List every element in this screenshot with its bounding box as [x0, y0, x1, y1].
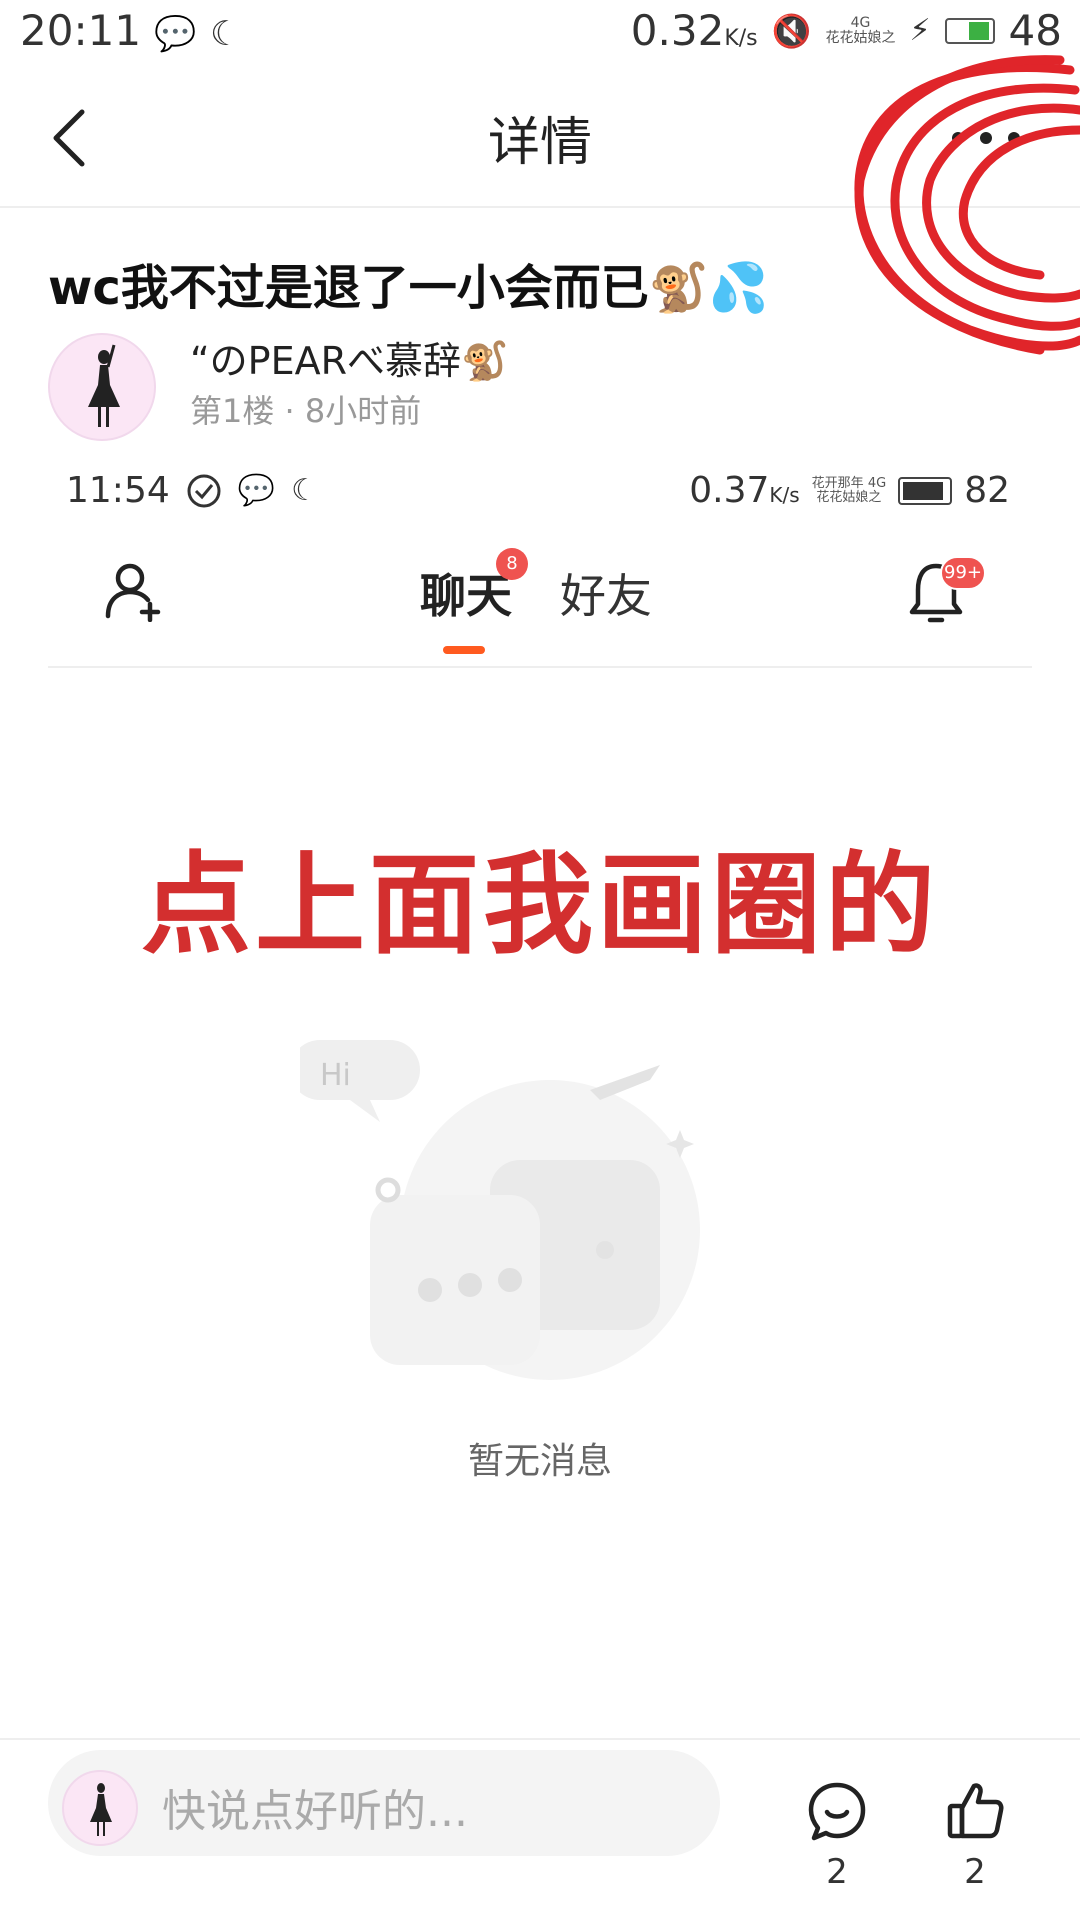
network-speed: 0.32K/s: [631, 6, 758, 55]
hi-bubble-label: Hi: [320, 1058, 351, 1093]
notification-badge: 99+: [940, 556, 986, 590]
tabs-divider: [48, 666, 1032, 668]
chat-unread-badge: 8: [496, 548, 528, 580]
network-type: 4G: [850, 14, 871, 31]
add-friend-icon[interactable]: [104, 560, 166, 622]
check-circle-icon: [187, 474, 221, 507]
tab-friends-label: 好友: [560, 569, 652, 623]
status-time: 20:11 💬 ☾: [20, 6, 241, 55]
inner-carrier-name: 花花姑娘之: [816, 489, 882, 505]
like-count: 2: [964, 1852, 986, 1892]
inner-speed: 0.37K/s: [689, 470, 799, 511]
inner-carrier: 花开那年 4G 花花姑娘之: [811, 475, 887, 505]
annotation-text: 点上面我画圈的: [141, 841, 939, 969]
tab-friends[interactable]: 好友: [560, 560, 652, 626]
author-avatar[interactable]: [48, 333, 156, 441]
inner-speed-value: 0.37: [689, 470, 770, 511]
tab-chat-label: 聊天: [420, 569, 512, 623]
thumbs-up-icon[interactable]: [944, 1780, 1006, 1842]
inner-chat-icon: 💬: [237, 473, 276, 508]
inner-battery-icon: [898, 476, 953, 505]
my-avatar: [62, 1770, 138, 1846]
inner-moon-icon: ☾: [291, 473, 319, 508]
status-time-text: 20:11: [20, 6, 142, 55]
speed-unit: K/s: [724, 26, 758, 51]
girl-silhouette-icon: [90, 1783, 112, 1836]
bottom-divider: [0, 1738, 1080, 1740]
inner-status-time: 11:54: [66, 470, 170, 511]
comment-icon[interactable]: [806, 1780, 868, 1842]
inner-network-type: 4G: [867, 475, 887, 491]
empty-message-text: 暂无消息: [467, 1441, 612, 1482]
post-title: wc我不过是退了一小会而已🐒💦: [48, 260, 769, 316]
chat-icon: 💬: [154, 14, 197, 54]
tab-indicator: [443, 646, 485, 654]
inner-speed-unit: K/s: [769, 483, 800, 507]
speed-value: 0.32: [630, 6, 725, 55]
moon-icon: ☾: [210, 14, 241, 54]
comment-count: 2: [826, 1852, 848, 1892]
inner-status-right: 0.37K/s 花开那年 4G 花花姑娘之 82: [689, 470, 1010, 511]
inner-status-left: 11:54 💬 ☾: [66, 470, 318, 511]
empty-chat-illustration: [300, 1040, 700, 1380]
author-name[interactable]: “のPEARべ慕辞🐒: [190, 330, 508, 385]
comment-placeholder: 快说点好听的...: [162, 1786, 468, 1837]
inner-battery-level: 82: [964, 470, 1010, 511]
post-meta: 第1楼 · 8小时前: [190, 392, 422, 430]
inner-carrier-top: 花开那年: [811, 475, 864, 491]
girl-silhouette-icon: [88, 344, 120, 427]
red-circle-annotation: [854, 55, 1080, 355]
